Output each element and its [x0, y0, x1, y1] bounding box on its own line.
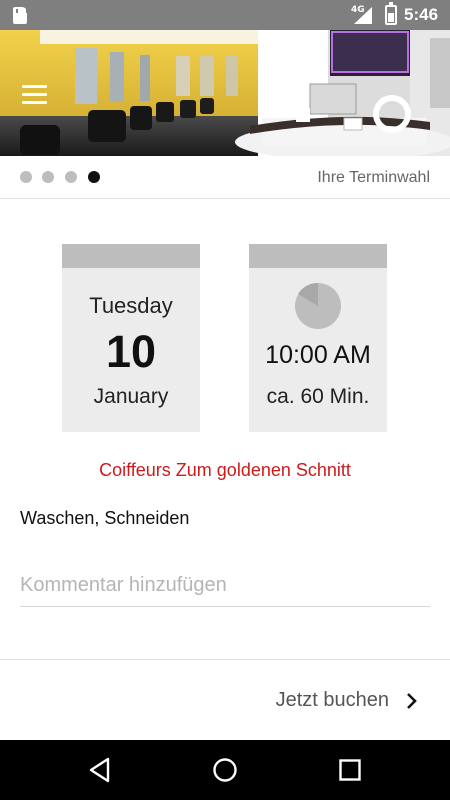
time-card: 10:00 AM ca. 60 Min.	[249, 244, 387, 432]
home-icon[interactable]	[211, 756, 239, 784]
month: January	[93, 385, 169, 408]
salon-interior-photo	[0, 30, 450, 156]
appointment-time: 10:00 AM	[265, 341, 371, 369]
hamburger-menu-icon[interactable]	[22, 85, 48, 105]
header-banner	[0, 30, 450, 156]
appointment-duration: ca. 60 Min.	[266, 385, 370, 408]
comment-input[interactable]	[20, 564, 430, 607]
page-title: Ihre Terminwahl	[317, 169, 430, 186]
system-nav-bar	[0, 740, 450, 800]
salon-name: Coiffeurs Zum goldenen Schnitt	[99, 460, 351, 480]
signal-icon	[354, 7, 372, 24]
date-card: Tuesday 10 January	[62, 244, 200, 432]
book-now-label: Jetzt buchen	[275, 689, 389, 711]
sd-card-icon	[13, 7, 28, 24]
battery-icon	[385, 2, 397, 25]
day-number: 10	[105, 326, 157, 377]
back-icon[interactable]	[86, 756, 114, 784]
date-card-header	[62, 244, 200, 268]
status-time: 5:46	[404, 5, 439, 24]
time-card-header	[249, 244, 387, 268]
step-dot-4-active[interactable]	[88, 171, 100, 183]
step-dot-2[interactable]	[42, 171, 54, 183]
clock-progress-icon	[295, 283, 341, 329]
book-now-button[interactable]: Jetzt buchen	[0, 659, 450, 740]
chevron-right-icon	[407, 693, 417, 709]
selected-services: Waschen, Schneiden	[20, 508, 190, 528]
weekday: Tuesday	[89, 293, 173, 318]
recents-icon[interactable]	[336, 756, 364, 784]
step-dot-3[interactable]	[65, 171, 77, 183]
status-bar: 4G 5:46	[0, 0, 450, 30]
step-dot-1[interactable]	[20, 171, 32, 183]
